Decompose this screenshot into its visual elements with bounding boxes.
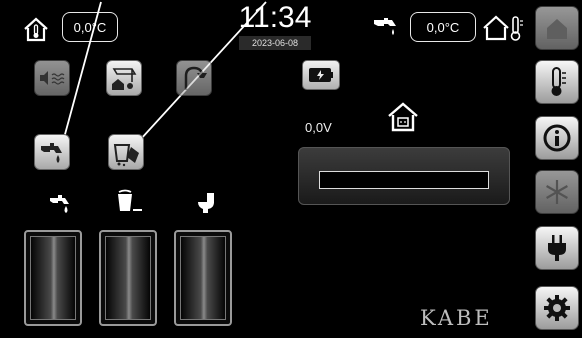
sidebar [530, 0, 582, 338]
bucket-drain-icon [113, 144, 139, 167]
plug-icon [548, 235, 566, 261]
tank-body [105, 236, 151, 320]
sidebar-item-temperature[interactable] [535, 60, 579, 104]
sidebar-item-info[interactable] [535, 116, 579, 160]
brand-logo: KABE [420, 306, 493, 330]
grey-water-button[interactable] [108, 134, 144, 170]
sidebar-item-settings[interactable] [535, 286, 579, 330]
house-battery-icon [388, 102, 418, 132]
home-icon [547, 19, 567, 39]
sidebar-item-power[interactable] [535, 226, 579, 270]
thermometer-icon [551, 67, 566, 96]
battery-voltage: 0,0V [305, 120, 332, 135]
tap-drop-icon [41, 143, 62, 163]
battery-level-panel [298, 147, 510, 205]
sidebar-item-home[interactable] [535, 6, 579, 50]
awning-button[interactable] [106, 60, 142, 96]
toilet-tank-icon [198, 193, 214, 213]
grey-water-tank [99, 230, 157, 326]
gear-icon [544, 295, 570, 321]
speaker-wave-icon [40, 71, 65, 85]
info-icon [543, 124, 571, 152]
fresh-water-tank [24, 230, 82, 326]
snowflake-icon [546, 180, 568, 204]
shower-icon [184, 66, 207, 90]
tank-body [180, 236, 226, 320]
battery-icon [309, 68, 333, 82]
battery-level-bar [319, 171, 489, 189]
shower-button[interactable] [176, 60, 212, 96]
toilet-tank [174, 230, 232, 326]
fresh-water-button[interactable] [34, 134, 70, 170]
sound-heater-button[interactable] [34, 60, 70, 96]
awning-house-icon [112, 68, 137, 90]
grey-water-tank-icon [118, 189, 142, 211]
sidebar-item-climate[interactable] [535, 170, 579, 214]
tank-body [30, 236, 76, 320]
battery-button[interactable] [302, 60, 340, 90]
fresh-water-tank-icon [50, 195, 69, 213]
